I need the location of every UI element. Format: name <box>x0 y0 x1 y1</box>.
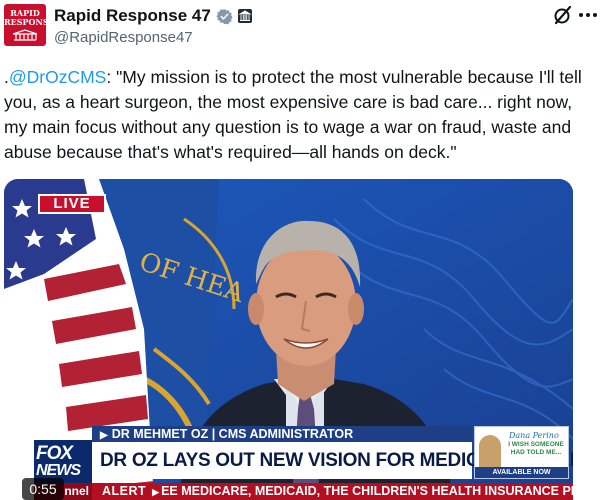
chyron-arrow-icon: ▶ <box>100 430 108 441</box>
avatar[interactable]: RAPID RESPONSE <box>4 4 46 46</box>
alert-label: ALERT <box>92 483 153 500</box>
alert-text: EE MEDICARE, MEDICAID, THE CHILDREN'S HE… <box>161 484 573 498</box>
verified-badge-icon[interactable] <box>216 8 233 25</box>
author-name-row: Rapid Response 47 <box>54 5 252 27</box>
promo-tagline: I WISH SOMEONE HAD TOLD ME... <box>508 441 564 456</box>
avatar-text-line-2: RESPONSE <box>4 17 46 27</box>
promo-author: Dana Perino <box>509 431 559 440</box>
chyron-name: ▶ DR MEHMET OZ | CMS ADMINISTRATOR <box>92 426 472 442</box>
government-building-icon[interactable] <box>237 9 252 23</box>
chyron-name-text: DR MEHMET OZ | CMS ADMINISTRATOR <box>111 427 354 441</box>
book-promo: Dana Perino I WISH SOMEONE HAD TOLD ME..… <box>474 426 569 479</box>
promo-photo <box>479 435 501 469</box>
live-badge: LIVE <box>38 194 106 214</box>
author-display-name[interactable]: Rapid Response 47 <box>54 6 211 26</box>
chyron-headline: DR OZ LAYS OUT NEW VISION FOR MEDICARE &… <box>92 442 573 479</box>
tweet-text: .@DrOzCMS: "My mission is to protect the… <box>4 65 596 165</box>
more-options-icon[interactable] <box>578 12 598 18</box>
video-timestamp: 0:55 <box>22 478 64 500</box>
video-player[interactable]: OF HEA LIVE ▶ DR MEHMET OZ | CMS ADMINIS… <box>4 179 573 500</box>
promo-available: AVAILABLE NOW <box>475 467 568 478</box>
author-handle[interactable]: @RapidResponse47 <box>54 29 193 46</box>
alert-arrow-icon: ▶ <box>152 487 160 497</box>
alert-ticker: ALERT ▶ EE MEDICARE, MEDICAID, THE CHILDRE… <box>92 483 573 500</box>
building-icon <box>12 29 38 41</box>
grok-icon[interactable] <box>553 5 573 25</box>
mention-link[interactable]: @DrOzCMS <box>9 67 106 87</box>
